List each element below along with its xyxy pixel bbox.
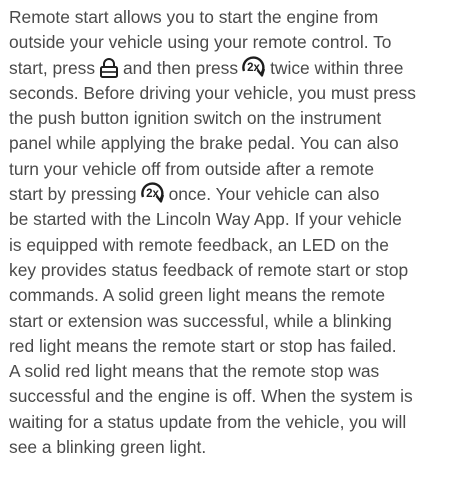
text-segment: start, press [9,57,96,78]
text-line: red light means the remote start or stop… [9,335,397,356]
text-line: waiting for a status update from the veh… [9,411,407,432]
text-line: successful and the engine is off. When t… [9,386,413,407]
text-line: Remote start allows you to start the eng… [9,7,379,27]
text-line: key provides status feedback of remote s… [9,259,409,280]
text-segment: twice within three [270,57,404,78]
text-line: the push button ignition switch on the i… [9,108,382,129]
remote-start-2x-label: 2x [247,62,260,74]
text-line: panel while applying the brake pedal. Yo… [9,133,399,154]
remote-start-2x-icon: 2x [241,55,267,78]
text-line: A solid red light means that the remote … [9,361,380,382]
text-line: start by pressing 2x once. Your vehicle ca… [9,182,467,207]
remote-start-document: Remote start allows you to start the eng… [9,5,467,460]
text-line: start, press and then press 2x twice within… [9,55,467,81]
text-line: turn your vehicle off from outside after… [9,158,375,179]
text-line: commands. A solid green light means the … [9,285,386,306]
text-line: is equipped with remote feedback, an LED… [9,234,389,255]
text-segment: start by pressing [9,184,137,205]
lock-icon [98,57,120,78]
text-line: be started with the Lincoln Way App. If … [9,209,402,230]
text-line: start or extension was successful, while… [9,310,392,331]
remote-start-2x-icon: 2x [140,182,166,204]
text-line: see a blinking green light. [9,437,207,458]
text-segment: and then press [123,57,239,78]
text-line: seconds. Before driving your vehicle, yo… [9,82,416,103]
text-line: outside your vehicle using your remote c… [9,32,392,53]
remote-start-2x-label: 2x [146,188,159,200]
text-segment: once. Your vehicle can also [168,184,380,205]
